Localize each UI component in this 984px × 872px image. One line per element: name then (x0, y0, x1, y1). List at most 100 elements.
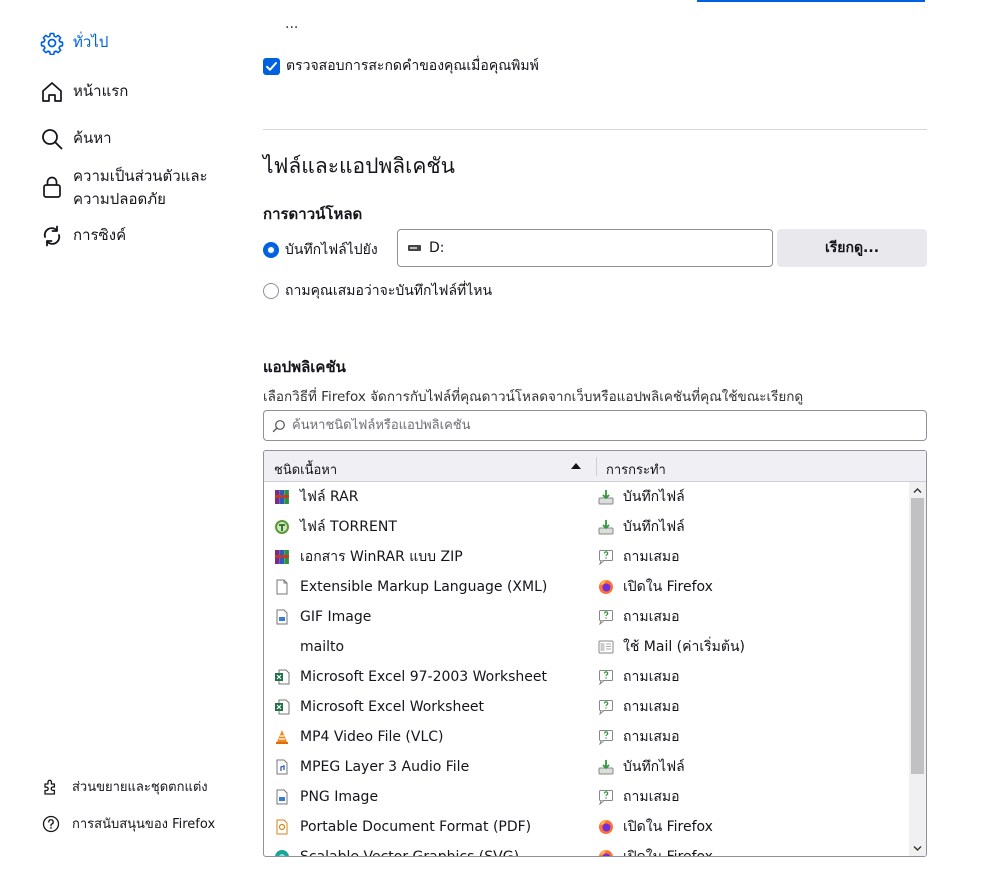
applications-heading: แอปพลิเคชัน (263, 358, 346, 376)
sidebar-item-sync[interactable]: การซิงค์ (40, 224, 126, 248)
action-cell[interactable]: ถามเสมอ (598, 666, 680, 688)
content-type-label: ไฟล์ RAR (300, 489, 359, 505)
column-separator (596, 457, 597, 476)
sidebar-item-home[interactable]: หน้าแรก (40, 80, 128, 104)
image-file-icon (274, 789, 290, 805)
action-label: เปิดใน Firefox (623, 849, 713, 857)
content-type-label: PNG Image (300, 789, 379, 805)
action-label: บันทึกไฟล์ (623, 489, 685, 505)
table-row[interactable]: MP4 Video File (VLC) ถามเสมอ (264, 722, 910, 752)
mail-app-icon (598, 639, 614, 655)
always-ask-label: ถามคุณเสมอว่าจะบันทึกไฟล์ที่ไหน (285, 283, 493, 299)
sidebar-footer-label: ส่วนขยายและชุดตกแต่ง (72, 780, 208, 795)
save-to-radio[interactable] (263, 242, 279, 258)
action-label: เปิดใน Firefox (623, 819, 713, 835)
action-cell[interactable]: บันทึกไฟล์ (598, 756, 685, 778)
table-row[interactable]: Microsoft Excel 97-2003 Worksheet ถามเสมอ (264, 662, 910, 692)
table-row[interactable]: mailto ใช้ Mail (ค่าเริ่มต้น) (264, 632, 910, 662)
table-row[interactable]: MPEG Layer 3 Audio File บันทึกไฟล์ (264, 752, 910, 782)
table-body: ไฟล์ RAR บันทึกไฟล์ ไฟล์ TORRENT บันทึกไฟล์… (264, 482, 910, 857)
column-header-action[interactable]: การกระทำ (606, 459, 666, 480)
table-row[interactable]: Scalable Vector Graphics (SVG) เปิดใน Fir… (264, 842, 910, 857)
sidebar-footer-label: การสนับสนุนของ Firefox (72, 817, 216, 832)
sidebar-item-privacy[interactable]: ความเป็นส่วนตัวและ ความปลอดภัย (40, 165, 208, 211)
action-cell[interactable]: ใช้ Mail (ค่าเริ่มต้น) (598, 636, 745, 658)
content-type-cell: Microsoft Excel 97-2003 Worksheet (274, 669, 547, 685)
table-row[interactable]: GIF Image ถามเสมอ (264, 602, 910, 632)
action-cell[interactable]: บันทึกไฟล์ (598, 516, 685, 538)
image-file-icon (274, 609, 290, 625)
content-type-label: Extensible Markup Language (XML) (300, 579, 548, 595)
action-cell[interactable]: ถามเสมอ (598, 606, 680, 628)
always-ask-radio-row[interactable]: ถามคุณเสมอว่าจะบันทึกไฟล์ที่ไหน (263, 280, 492, 302)
content-type-cell: MP4 Video File (VLC) (274, 729, 444, 745)
sidebar-item-label: การซิงค์ (73, 226, 127, 244)
action-label: บันทึกไฟล์ (623, 759, 685, 775)
content-type-label: GIF Image (300, 609, 372, 625)
content-type-cell: ไฟล์ RAR (274, 486, 358, 508)
always-ask-radio[interactable] (263, 283, 279, 299)
table-scrollbar[interactable] (909, 482, 926, 856)
audio-file-icon (274, 759, 290, 775)
action-cell[interactable]: เปิดใน Firefox (598, 846, 713, 857)
action-cell[interactable]: เปิดใน Firefox (598, 816, 713, 838)
action-label: ถามเสมอ (623, 549, 680, 565)
file-icon (274, 579, 290, 595)
content-type-cell: Portable Document Format (PDF) (274, 819, 531, 835)
content-type-label: mailto (300, 639, 345, 655)
winrar-icon (274, 549, 290, 565)
applications-search-input[interactable] (292, 418, 926, 433)
drive-icon (408, 245, 421, 251)
action-cell[interactable]: ถามเสมอ (598, 786, 680, 808)
action-cell[interactable]: ถามเสมอ (598, 726, 680, 748)
save-to-radio-row[interactable]: บันทึกไฟล์ไปยัง (263, 239, 378, 261)
ask-icon (598, 729, 614, 746)
action-label: ถามเสมอ (623, 669, 680, 685)
action-cell[interactable]: บันทึกไฟล์ (598, 486, 685, 508)
content-type-label: ไฟล์ TORRENT (300, 519, 397, 535)
none (274, 639, 290, 655)
scrollbar-thumb[interactable] (911, 498, 924, 774)
applications-description: เลือกวิธีที่ Firefox จัดการกับไฟล์ที่คุณ… (263, 389, 804, 405)
content-type-cell: Extensible Markup Language (XML) (274, 579, 547, 595)
column-header-type[interactable]: ชนิดเนื้อหา (274, 459, 337, 480)
sort-ascending-icon (571, 463, 581, 469)
action-label: ถามเสมอ (623, 699, 680, 715)
lock-icon (40, 175, 64, 199)
sidebar-support-link[interactable]: การสนับสนุนของ Firefox (42, 813, 215, 834)
applications-search-box[interactable] (263, 410, 927, 441)
table-row[interactable]: ไฟล์ TORRENT บันทึกไฟล์ (264, 512, 910, 542)
search-icon (40, 127, 64, 151)
table-row[interactable]: Extensible Markup Language (XML) เปิดใน F… (264, 572, 910, 602)
table-row[interactable]: Microsoft Excel Worksheet ถามเสมอ (264, 692, 910, 722)
section-title: ไฟล์และแอปพลิเคชัน (263, 154, 456, 178)
sidebar-item-general[interactable]: ทั่วไป (40, 31, 108, 56)
scroll-up-arrow-icon[interactable] (913, 486, 922, 495)
scroll-down-arrow-icon[interactable] (913, 844, 922, 853)
content-type-cell: MPEG Layer 3 Audio File (274, 759, 469, 775)
action-cell[interactable]: ถามเสมอ (598, 546, 680, 568)
spellcheck-checkbox-row[interactable]: ตรวจสอบการสะกดคำของคุณเมื่อคุณพิมพ์ (263, 55, 539, 77)
action-label: บันทึกไฟล์ (623, 519, 685, 535)
search-icon (272, 419, 285, 432)
save-file-icon (598, 519, 614, 535)
browse-button[interactable]: เรียกดู... (777, 229, 927, 267)
content-type-label: Scalable Vector Graphics (SVG) (300, 849, 520, 857)
table-row[interactable]: Portable Document Format (PDF) เปิดใน Fir… (264, 812, 910, 842)
spellcheck-label: ตรวจสอบการสะกดคำของคุณเมื่อคุณพิมพ์ (286, 58, 539, 74)
sidebar-extensions-link[interactable]: ส่วนขยายและชุดตกแต่ง (42, 776, 208, 797)
action-cell[interactable]: ถามเสมอ (598, 696, 680, 718)
puzzle-icon (42, 778, 60, 796)
spellcheck-checkbox[interactable] (263, 57, 280, 75)
table-row[interactable]: เอกสาร WinRAR แบบ ZIP ถามเสมอ (264, 542, 910, 572)
content-type-label: Microsoft Excel Worksheet (300, 699, 485, 715)
action-cell[interactable]: เปิดใน Firefox (598, 576, 713, 598)
pdf-icon (274, 819, 290, 835)
sidebar-item-search[interactable]: ค้นหา (40, 127, 112, 151)
table-row[interactable]: ไฟล์ RAR บันทึกไฟล์ (264, 482, 910, 512)
vlc-icon (274, 729, 290, 745)
sidebar-item-label: ความเป็นส่วนตัวและ (73, 167, 208, 185)
content-type-cell: เอกสาร WinRAR แบบ ZIP (274, 546, 463, 568)
download-folder-field[interactable]: D: (397, 229, 773, 267)
table-row[interactable]: PNG Image ถามเสมอ (264, 782, 910, 812)
